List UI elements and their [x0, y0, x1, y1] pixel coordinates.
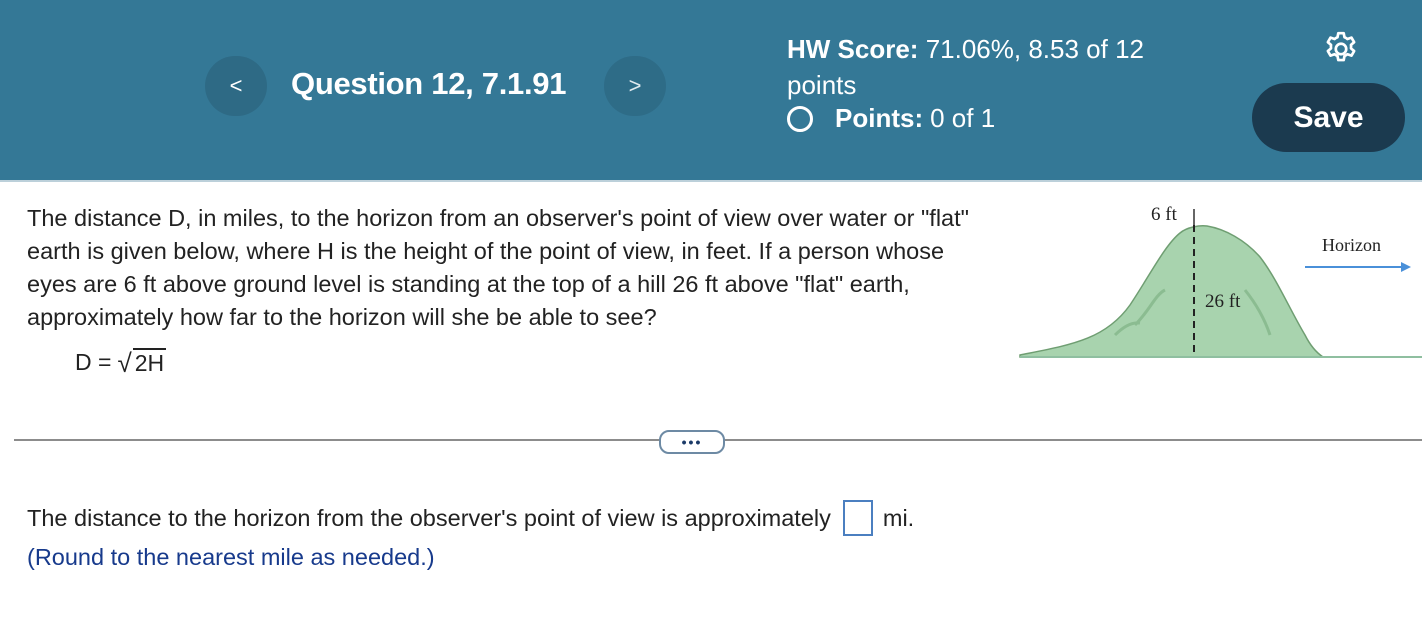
- hw-score: HW Score: 71.06%, 8.53 of 12 points: [787, 31, 1144, 103]
- expand-more-button[interactable]: •••: [659, 430, 725, 454]
- question-title: Question 12, 7.1.91: [291, 66, 567, 101]
- points-status: Points: 0 of 1: [787, 103, 995, 134]
- hill-height-label: 26 ft: [1205, 291, 1241, 312]
- points-label: Points:: [835, 103, 924, 133]
- chevron-right-icon: >: [628, 73, 642, 98]
- answer-prefix: The distance to the horizon from the obs…: [27, 504, 831, 531]
- chevron-left-icon: <: [229, 73, 243, 98]
- answer-row: The distance to the horizon from the obs…: [27, 500, 914, 536]
- previous-question-button[interactable]: <: [205, 56, 267, 116]
- answer-unit: mi.: [882, 504, 915, 531]
- question-text: The distance D, in miles, to the horizon…: [27, 205, 969, 330]
- gear-icon[interactable]: [1322, 30, 1360, 68]
- hw-score-unit: points: [787, 70, 857, 100]
- question-header: < Question 12, 7.1.91 > HW Score: 71.06%…: [0, 0, 1422, 182]
- save-button[interactable]: Save: [1252, 83, 1405, 152]
- horizon-arrow-head: [1401, 262, 1411, 272]
- hw-score-value: 71.06%, 8.53 of 12: [925, 34, 1144, 64]
- horizon-label: Horizon: [1322, 235, 1381, 255]
- formula: D = √ 2H: [75, 348, 167, 378]
- points-value: 0 of 1: [930, 103, 996, 133]
- formula-lhs: D =: [75, 349, 112, 375]
- next-question-button[interactable]: >: [604, 56, 666, 116]
- answer-input[interactable]: [842, 500, 873, 536]
- hill-horizon-figure: 6 ft 26 ft Horizon: [1019, 204, 1422, 358]
- incomplete-circle-icon: [787, 105, 813, 132]
- formula-radicand: 2H: [132, 348, 167, 376]
- eye-height-label: 6 ft: [1151, 204, 1178, 225]
- hill-shape: [1019, 225, 1326, 358]
- hw-score-label: HW Score:: [787, 34, 919, 64]
- square-root-icon: √: [117, 348, 132, 378]
- rounding-hint: (Round to the nearest mile as needed.): [27, 544, 435, 570]
